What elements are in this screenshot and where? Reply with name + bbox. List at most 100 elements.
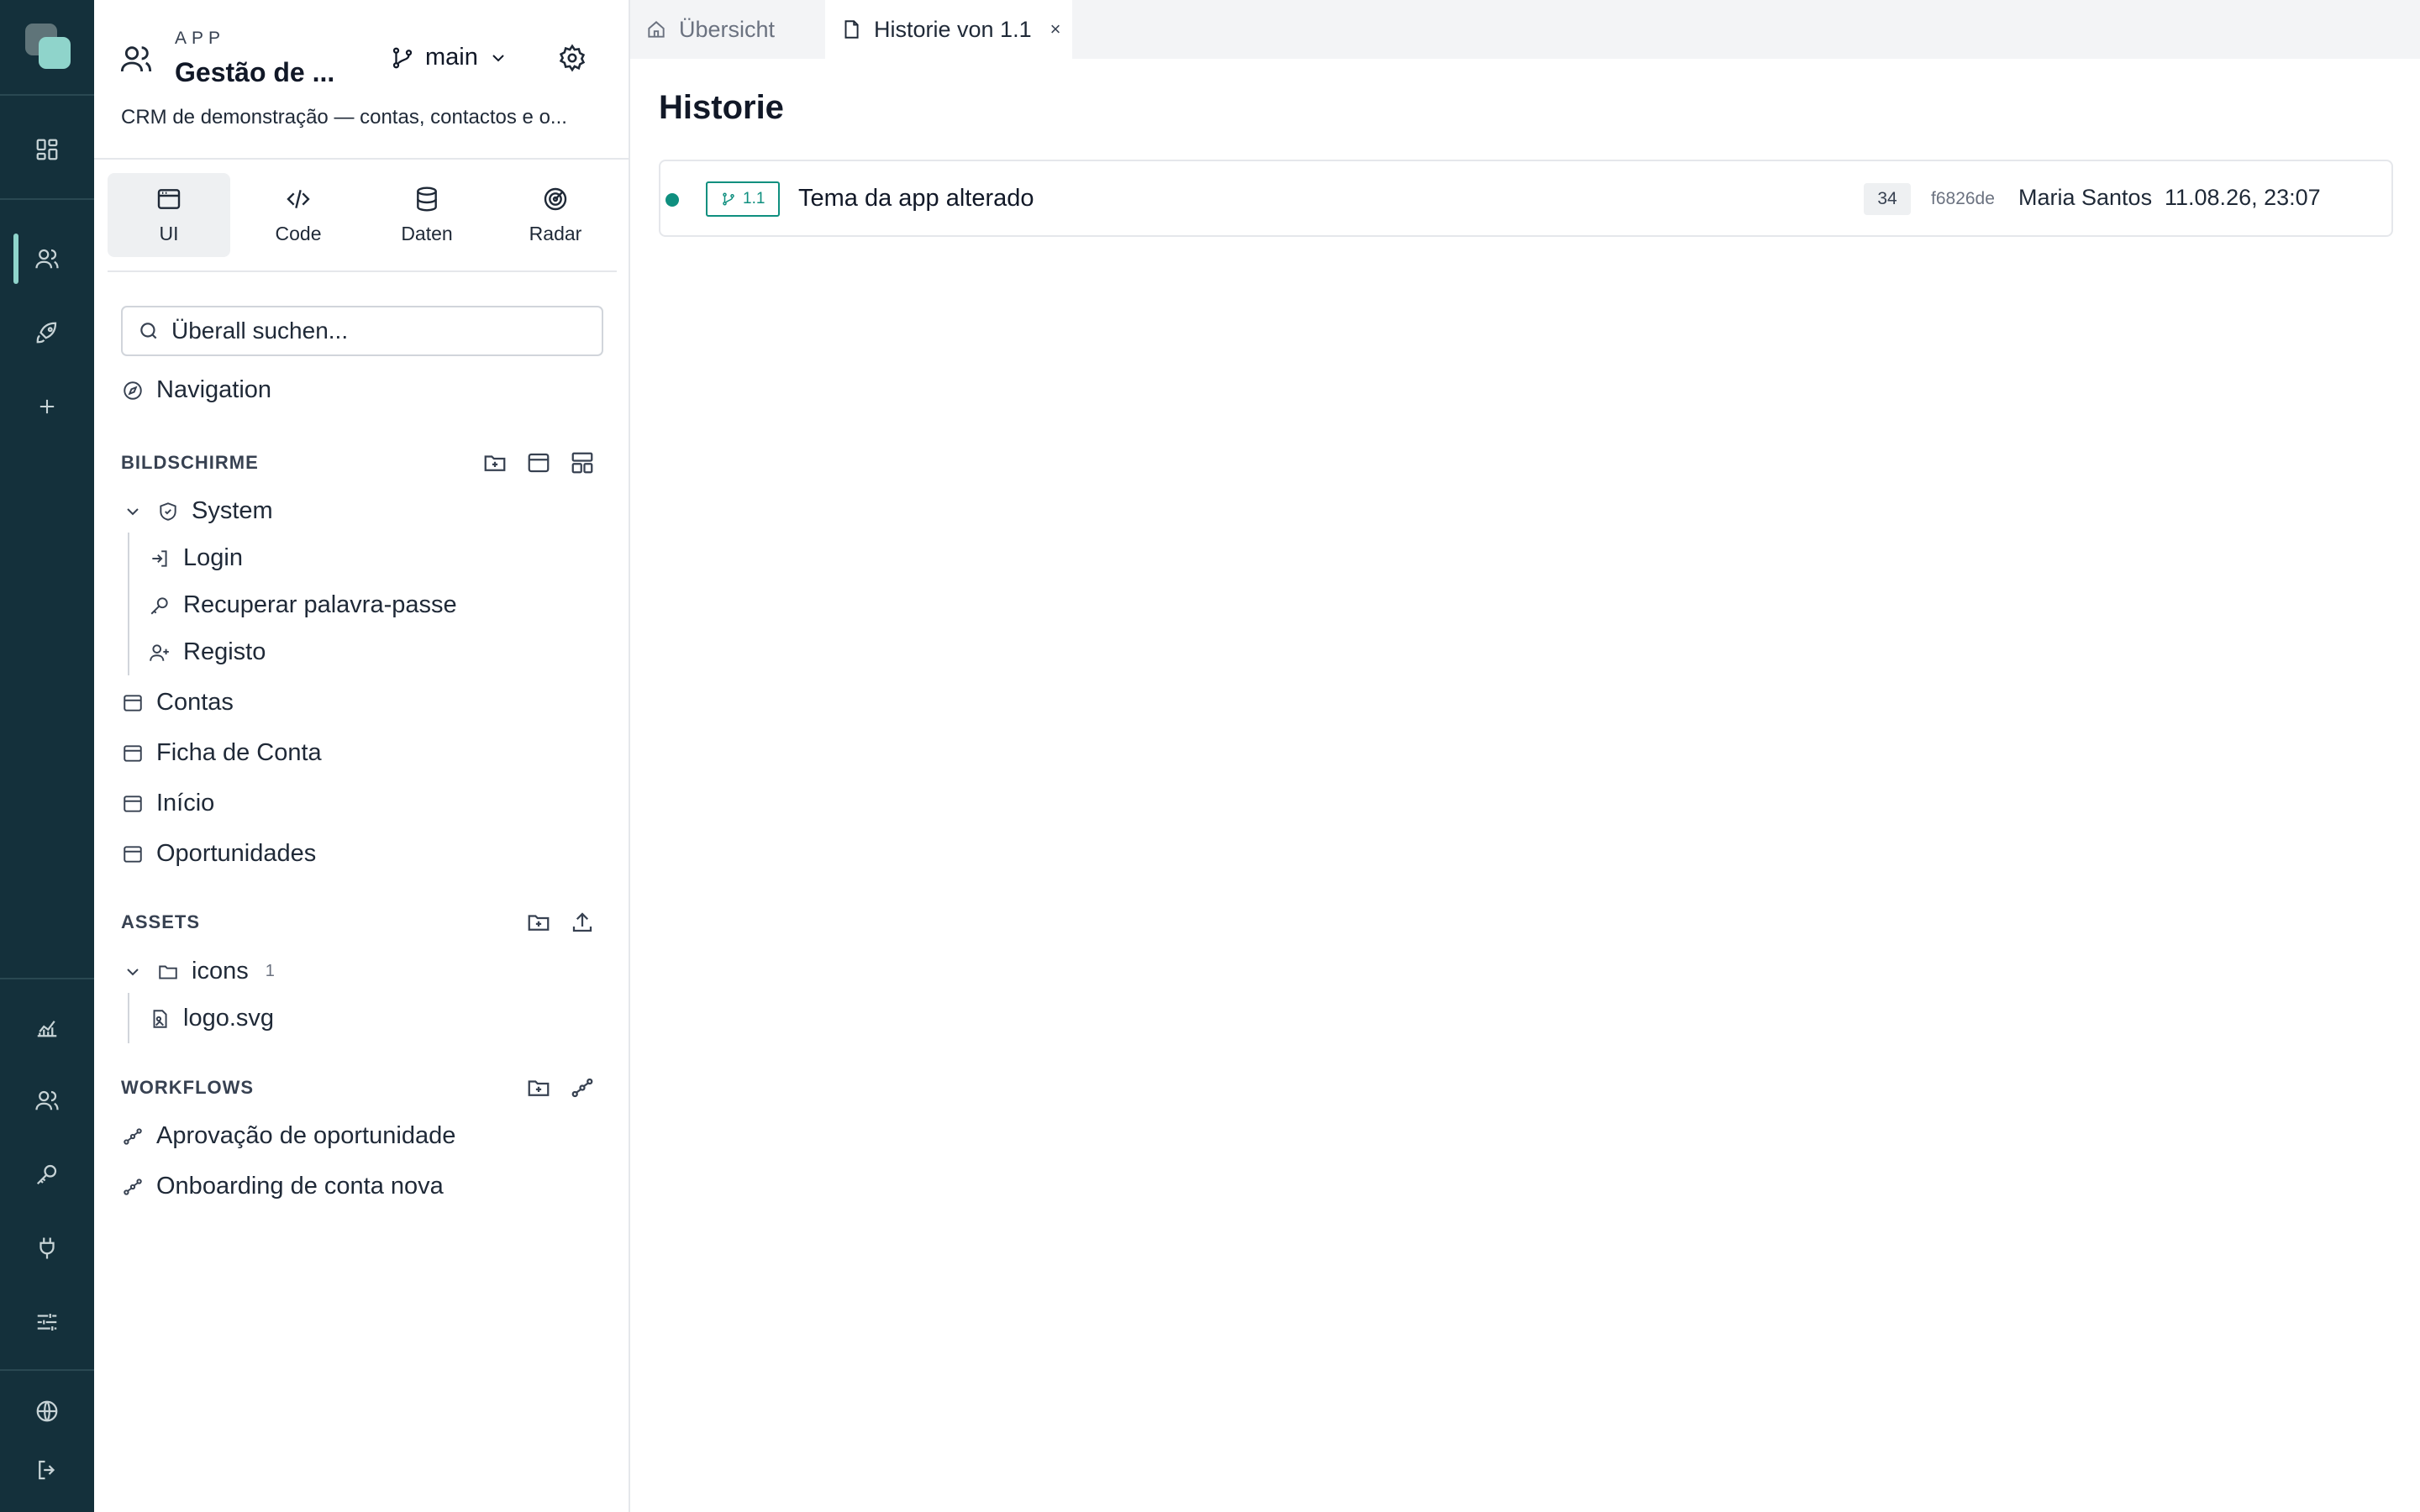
new-folder-icon[interactable] xyxy=(482,450,508,475)
screen-item-home[interactable]: Início xyxy=(121,790,214,817)
layout-icon[interactable] xyxy=(570,450,595,475)
mode-label: Daten xyxy=(401,222,453,244)
tree-label: Onboarding de conta nova xyxy=(156,1173,444,1200)
git-branch-icon xyxy=(721,192,736,207)
project-sidebar: APP Gestão de ... main CRM de demonstraç… xyxy=(94,0,630,1512)
commit-hash: f6826de xyxy=(1931,189,1995,208)
app-kicker: APP xyxy=(175,29,226,48)
window-icon xyxy=(121,692,145,714)
screen-item-account-sheet[interactable]: Ficha de Conta xyxy=(121,739,322,767)
window-icon xyxy=(121,843,145,865)
brand-logo[interactable] xyxy=(25,24,71,69)
compass-icon xyxy=(121,380,145,402)
analytics-icon[interactable] xyxy=(30,1010,64,1043)
team-icon[interactable] xyxy=(30,1084,64,1117)
rail-divider xyxy=(0,94,94,96)
app-header: APP Gestão de ... main CRM de demonstraç… xyxy=(94,0,629,160)
tab-label: Übersicht xyxy=(679,16,776,42)
upload-icon[interactable] xyxy=(570,910,595,935)
section-title-assets: ASSETS xyxy=(121,911,201,932)
screen-item-login[interactable]: Login xyxy=(148,544,243,572)
history-timestamp: 11.08.26, 23:07 xyxy=(2165,185,2321,210)
chevron-down-icon xyxy=(121,962,145,982)
branch-name: main xyxy=(425,44,478,71)
close-icon[interactable]: × xyxy=(1050,18,1061,40)
tree-label: System xyxy=(192,497,273,524)
users-icon xyxy=(119,42,153,76)
tree-folder-icons[interactable]: icons 1 xyxy=(121,958,275,985)
rail-active-indicator xyxy=(13,234,18,284)
history-entry[interactable]: 1.1 Tema da app alterado 34 f6826de Mari… xyxy=(659,160,2393,237)
new-screen-icon[interactable] xyxy=(526,450,551,475)
screen-item-accounts[interactable]: Contas xyxy=(121,689,234,717)
gear-icon[interactable] xyxy=(558,44,587,72)
tree-label: Início xyxy=(156,790,215,816)
tree-label: logo.svg xyxy=(183,1005,275,1032)
navigation-item[interactable]: Navigation xyxy=(121,376,271,404)
rail-divider xyxy=(0,978,94,979)
users-icon[interactable] xyxy=(30,242,64,276)
history-message: Tema da app alterado xyxy=(798,185,1034,212)
plug-icon[interactable] xyxy=(30,1231,64,1265)
tree-label: Contas xyxy=(156,689,234,716)
tab-history[interactable]: Historie von 1.1 × xyxy=(825,0,1072,59)
global-search[interactable] xyxy=(121,306,603,356)
tree-label: Recuperar palavra-passe xyxy=(183,591,457,618)
folder-count: 1 xyxy=(265,962,275,980)
sliders-icon[interactable] xyxy=(30,1305,64,1339)
database-icon xyxy=(413,186,440,213)
workflow-item-opportunity-approval[interactable]: Aprovação de oportunidade xyxy=(121,1122,455,1150)
tab-label: Historie von 1.1 xyxy=(874,16,1032,42)
logout-icon[interactable] xyxy=(30,1453,64,1487)
mode-label: Code xyxy=(275,222,322,244)
window-icon xyxy=(121,793,145,815)
tree-label: icons xyxy=(192,958,249,984)
folder-icon xyxy=(156,961,180,983)
login-icon xyxy=(148,548,171,570)
screens-actions xyxy=(482,450,595,475)
chevron-down-icon xyxy=(121,501,145,522)
workflow-icon xyxy=(121,1126,145,1147)
tree-label: Oportunidades xyxy=(156,840,317,867)
globe-icon[interactable] xyxy=(30,1394,64,1428)
mode-label: Radar xyxy=(529,222,582,244)
dashboard-icon[interactable] xyxy=(30,133,64,166)
tree-group-system[interactable]: System xyxy=(121,497,273,525)
key-icon xyxy=(148,595,171,617)
rocket-icon[interactable] xyxy=(30,316,64,349)
tree-label: Registo xyxy=(183,638,266,665)
file-icon xyxy=(840,18,862,40)
tree-guide xyxy=(128,533,129,675)
add-icon[interactable] xyxy=(30,390,64,423)
window-icon xyxy=(155,186,182,213)
new-folder-icon[interactable] xyxy=(526,910,551,935)
radar-icon xyxy=(542,186,569,213)
status-dot xyxy=(666,193,679,207)
user-plus-icon xyxy=(148,642,171,664)
search-input[interactable] xyxy=(171,318,592,344)
workflows-actions xyxy=(526,1075,595,1100)
change-count-badge: 34 xyxy=(1864,183,1911,215)
branch-selector[interactable]: main xyxy=(390,44,508,71)
new-folder-icon[interactable] xyxy=(526,1075,551,1100)
asset-item-logo[interactable]: logo.svg xyxy=(148,1005,274,1032)
mode-data[interactable]: Daten xyxy=(366,173,488,257)
tab-overview[interactable]: Übersicht xyxy=(630,0,825,59)
mode-ui[interactable]: UI xyxy=(108,173,230,257)
key-icon[interactable] xyxy=(30,1158,64,1191)
mode-code[interactable]: Code xyxy=(237,173,360,257)
tree-label: Aprovação de oportunidade xyxy=(156,1122,456,1149)
app-rail xyxy=(0,0,94,1512)
screen-item-register[interactable]: Registo xyxy=(148,638,266,666)
version-badge: 1.1 xyxy=(706,181,781,217)
workflow-icon xyxy=(121,1176,145,1198)
assets-actions xyxy=(526,910,595,935)
version-label: 1.1 xyxy=(743,190,765,207)
search-icon xyxy=(138,320,160,342)
mode-radar[interactable]: Radar xyxy=(494,173,617,257)
screen-item-opportunities[interactable]: Oportunidades xyxy=(121,840,316,868)
workflow-icon[interactable] xyxy=(570,1075,595,1100)
screen-item-recover-password[interactable]: Recuperar palavra-passe xyxy=(148,591,457,619)
section-title-workflows: WORKFLOWS xyxy=(121,1077,255,1098)
workflow-item-account-onboarding[interactable]: Onboarding de conta nova xyxy=(121,1173,444,1200)
